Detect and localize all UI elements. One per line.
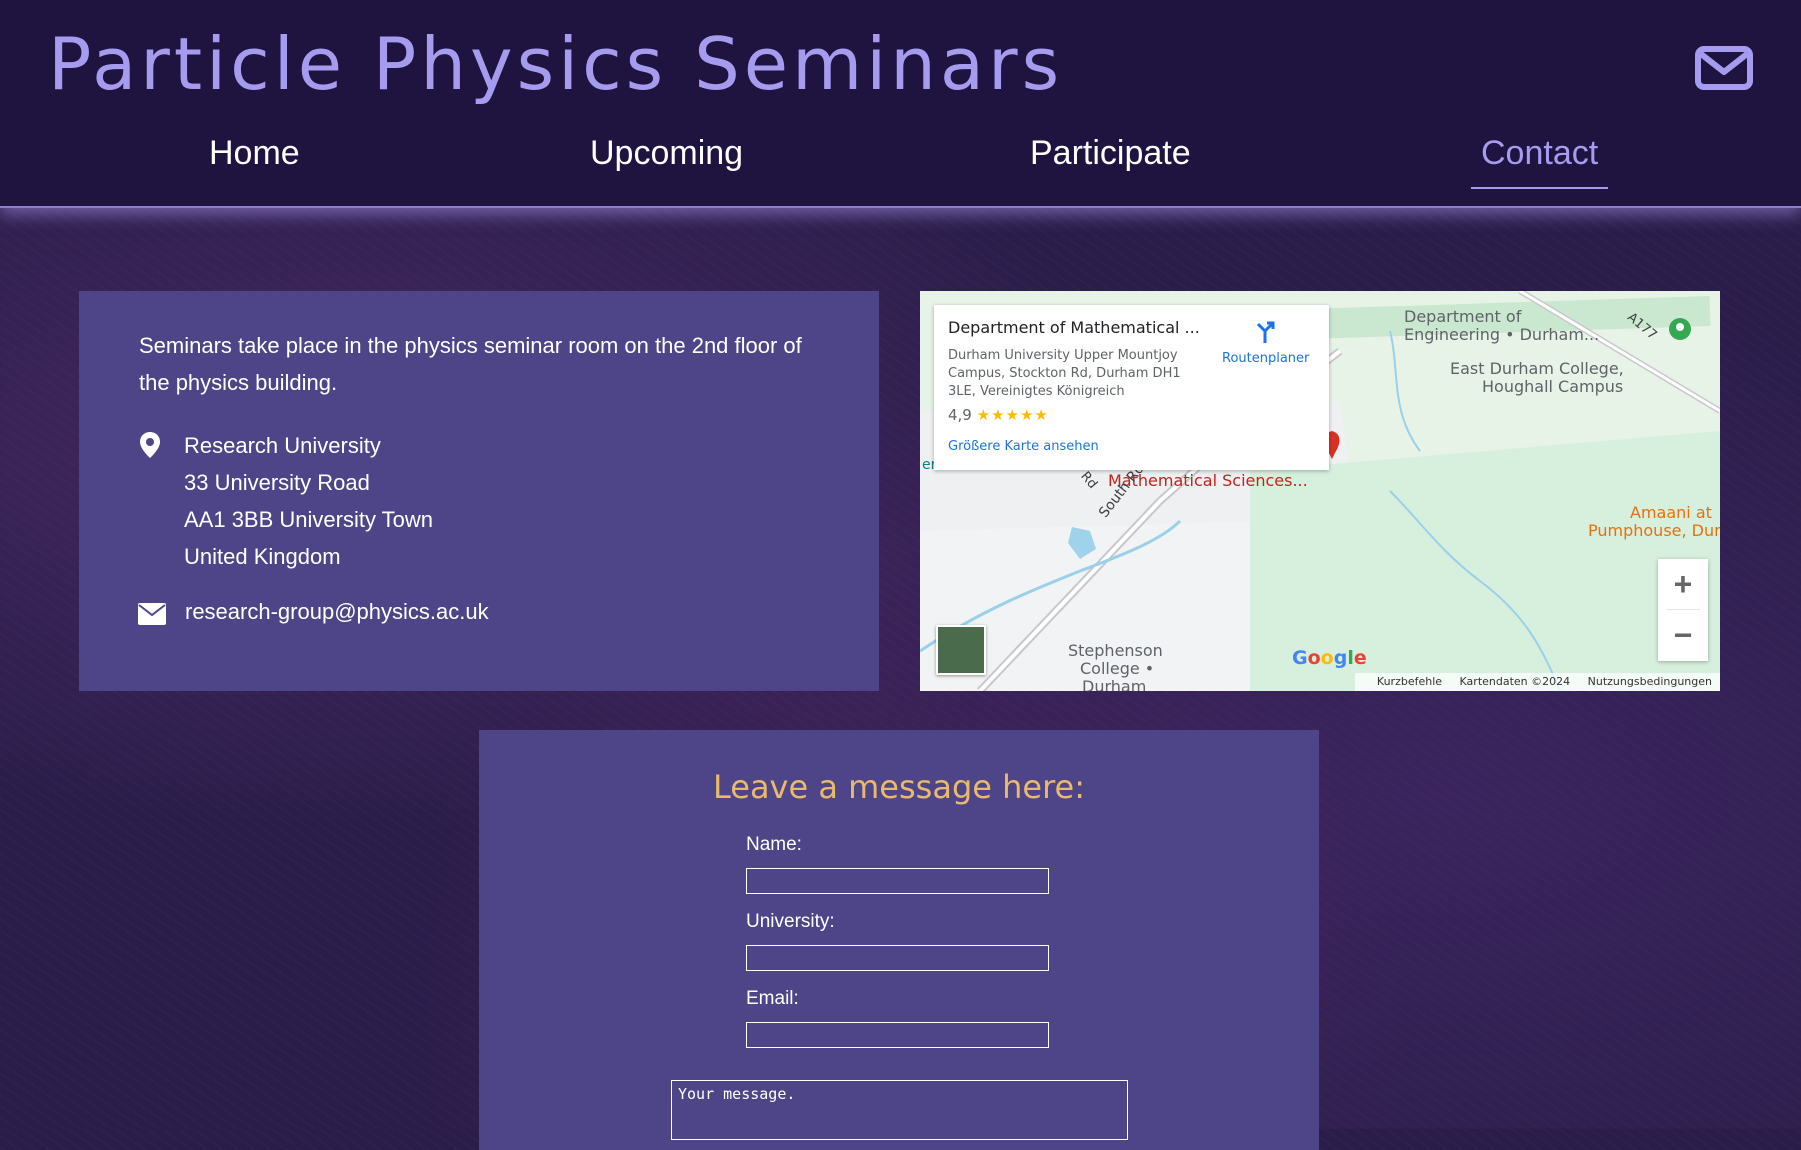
- directions-link[interactable]: Routenplaner: [1222, 351, 1309, 366]
- zoom-out-button[interactable]: −: [1658, 610, 1708, 660]
- nav-contact[interactable]: Contact: [1471, 134, 1609, 189]
- map-label: East Durham College,: [1450, 359, 1624, 378]
- map-footer-terms[interactable]: Nutzungsbedingungen: [1588, 675, 1712, 688]
- main-nav: Home Upcoming Participate Contact: [0, 134, 1801, 190]
- map-label: Stephenson: [1068, 641, 1163, 660]
- name-input[interactable]: [746, 868, 1049, 894]
- map-label: Houghall Campus: [1482, 377, 1624, 396]
- map-footer-data: Kartendaten ©2024: [1459, 675, 1571, 688]
- message-form-card: Leave a message here: Name: University: …: [479, 730, 1319, 1150]
- university-input[interactable]: [746, 945, 1049, 971]
- map-label: Engineering • Durham...: [1404, 325, 1600, 344]
- directions-icon[interactable]: [1252, 319, 1278, 349]
- map-label: Pumphouse, Durl: [1588, 521, 1720, 540]
- address-line: Research University: [184, 433, 381, 458]
- form-heading: Leave a message here:: [712, 768, 1085, 806]
- nav-upcoming[interactable]: Upcoming: [580, 134, 753, 187]
- larger-map-link[interactable]: Größere Karte ansehen: [948, 439, 1099, 454]
- zoom-in-button[interactable]: +: [1658, 559, 1708, 609]
- site-header: Particle Physics Seminars Home Upcoming …: [0, 0, 1801, 208]
- embedded-map[interactable]: Department of Engineering • Durham... Ea…: [920, 291, 1720, 691]
- nav-participate[interactable]: Participate: [1020, 134, 1201, 187]
- email-label: Email:: [746, 988, 799, 1009]
- place-rating: 4,9 ★★★★★: [948, 406, 1049, 424]
- map-footer: Kurzbefehle Kartendaten ©2024 Nutzungsbe…: [1354, 673, 1720, 691]
- email-input[interactable]: [746, 1022, 1049, 1048]
- google-logo: Google: [1292, 647, 1367, 669]
- envelope-icon[interactable]: [1695, 46, 1753, 95]
- nav-home[interactable]: Home: [199, 134, 310, 187]
- map-label: Durham: [1082, 677, 1147, 691]
- location-description: Seminars take place in the physics semin…: [139, 333, 802, 395]
- location-info-card: Seminars take place in the physics semin…: [79, 291, 879, 691]
- postal-address: Research University 33 University Road A…: [184, 427, 433, 575]
- place-title: Department of Mathematical ...: [948, 318, 1200, 337]
- message-textarea[interactable]: [671, 1080, 1128, 1140]
- location-pin-icon: [139, 431, 161, 464]
- address-line: AA1 3BB University Town: [184, 507, 434, 532]
- map-label: Department of: [1404, 307, 1522, 326]
- rating-value: 4,9: [948, 406, 972, 424]
- envelope-icon: [138, 603, 166, 630]
- address-line: 33 University Road: [184, 470, 370, 495]
- address-line: United Kingdom: [184, 544, 341, 569]
- star-rating-icon: ★★★★★: [976, 406, 1049, 424]
- map-footer-shortcuts[interactable]: Kurzbefehle: [1377, 675, 1442, 688]
- site-title: Particle Physics Seminars: [48, 22, 1064, 106]
- place-info-popup: Department of Mathematical ... Durham Un…: [934, 305, 1329, 470]
- map-zoom-control: + −: [1658, 559, 1708, 661]
- map-label: Amaani at: [1630, 503, 1712, 522]
- place-address: Durham University Upper Mountjoy Campus,…: [948, 348, 1181, 399]
- university-label: University:: [746, 911, 835, 932]
- map-label: College •: [1080, 659, 1155, 678]
- name-label: Name:: [746, 834, 802, 855]
- contact-email[interactable]: research-group@physics.ac.uk: [185, 593, 489, 630]
- satellite-layer-toggle[interactable]: [936, 625, 986, 675]
